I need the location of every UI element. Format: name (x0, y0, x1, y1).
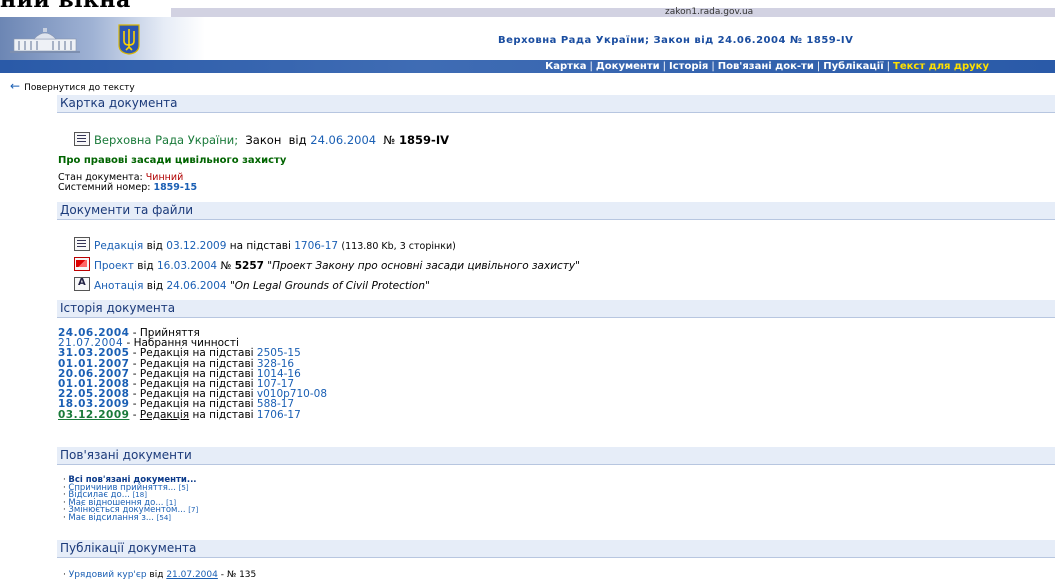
nav-card[interactable]: Картка (545, 61, 586, 72)
nav-documents[interactable]: Документи (596, 61, 660, 72)
list-item: · Урядовий кур'єр від 21.07.2004 - № 135 (63, 570, 257, 580)
card-title-line: Верховна Рада України; Закон від 24.06.2… (74, 132, 449, 147)
nav-related[interactable]: Пов'язані док-ти (718, 61, 814, 72)
documents-section-header: Документи та файли (57, 202, 1055, 220)
related-section-header: Пов'язані документи (57, 447, 1055, 465)
document-title-header: Верховна Рада України; Закон від 24.06.2… (498, 35, 854, 46)
word-doc-icon[interactable] (74, 237, 90, 251)
card-section-header: Картка документа (57, 95, 1055, 113)
history-row-current: 03.12.2009 - Редакція на підставі 1706-1… (58, 408, 301, 421)
list-item: · Має відсилання з... [54] (63, 512, 172, 523)
project-link[interactable]: Проект (94, 260, 134, 272)
history-section-header: Історія документа (57, 300, 1055, 318)
document-subject: Про правові засади цивільного захисту (58, 155, 287, 166)
related-list: · Всі пов'язані документи... · Спричинив… (63, 476, 198, 523)
system-number: 1859-15 (153, 182, 198, 193)
domain-label: zakon1.rada.gov.ua (665, 7, 754, 17)
issuer-link[interactable]: Верховна Рада України; (94, 133, 238, 147)
publications-section-header: Публікації документа (57, 540, 1055, 558)
redaction-link[interactable]: Редакція (94, 240, 143, 252)
history-list: 24.06.2004 - Прийняття 21.07.2004 - Набр… (58, 328, 327, 420)
trident-emblem-icon (118, 24, 140, 55)
nav-bar: Картка | Документи | Історія | Пов'язані док-т… (0, 60, 1055, 73)
nav-history[interactable]: Історія (669, 61, 708, 72)
doc-file-row: Редакція від 03.12.2009 на підставі 1706… (74, 237, 456, 252)
parliament-logo[interactable] (0, 17, 205, 60)
card-date-link[interactable]: 24.06.2004 (310, 133, 376, 147)
annotation-link[interactable]: Анотація (94, 280, 143, 292)
publications-list: · Урядовий кур'єр від 21.07.2004 - № 135 (63, 571, 256, 580)
parliament-building-icon (10, 28, 80, 53)
back-arrow-icon: ← (10, 79, 21, 93)
site-header: Верховна Рада України; Закон від 24.06.2… (0, 17, 1055, 60)
nav-publications[interactable]: Публікації (823, 61, 883, 72)
document-status: Стан документа: Чинний Системний номер: … (58, 172, 198, 193)
nav-print-text[interactable]: Текст для друку (893, 61, 989, 72)
doc-file-row: Анотація від 24.06.2004 "On Legal Ground… (74, 277, 430, 292)
doc-file-row: Проект від 16.03.2004 № 5257 "Проект Зак… (74, 257, 580, 272)
back-link-label: Повернутися до тексту (24, 83, 135, 93)
pdf-icon[interactable] (74, 257, 90, 271)
annotation-icon[interactable] (74, 277, 90, 291)
back-to-text-link[interactable]: ← Повернутися до тексту (10, 79, 135, 93)
word-doc-icon[interactable] (74, 132, 90, 146)
cropped-heading: ний вікна (0, 0, 131, 13)
